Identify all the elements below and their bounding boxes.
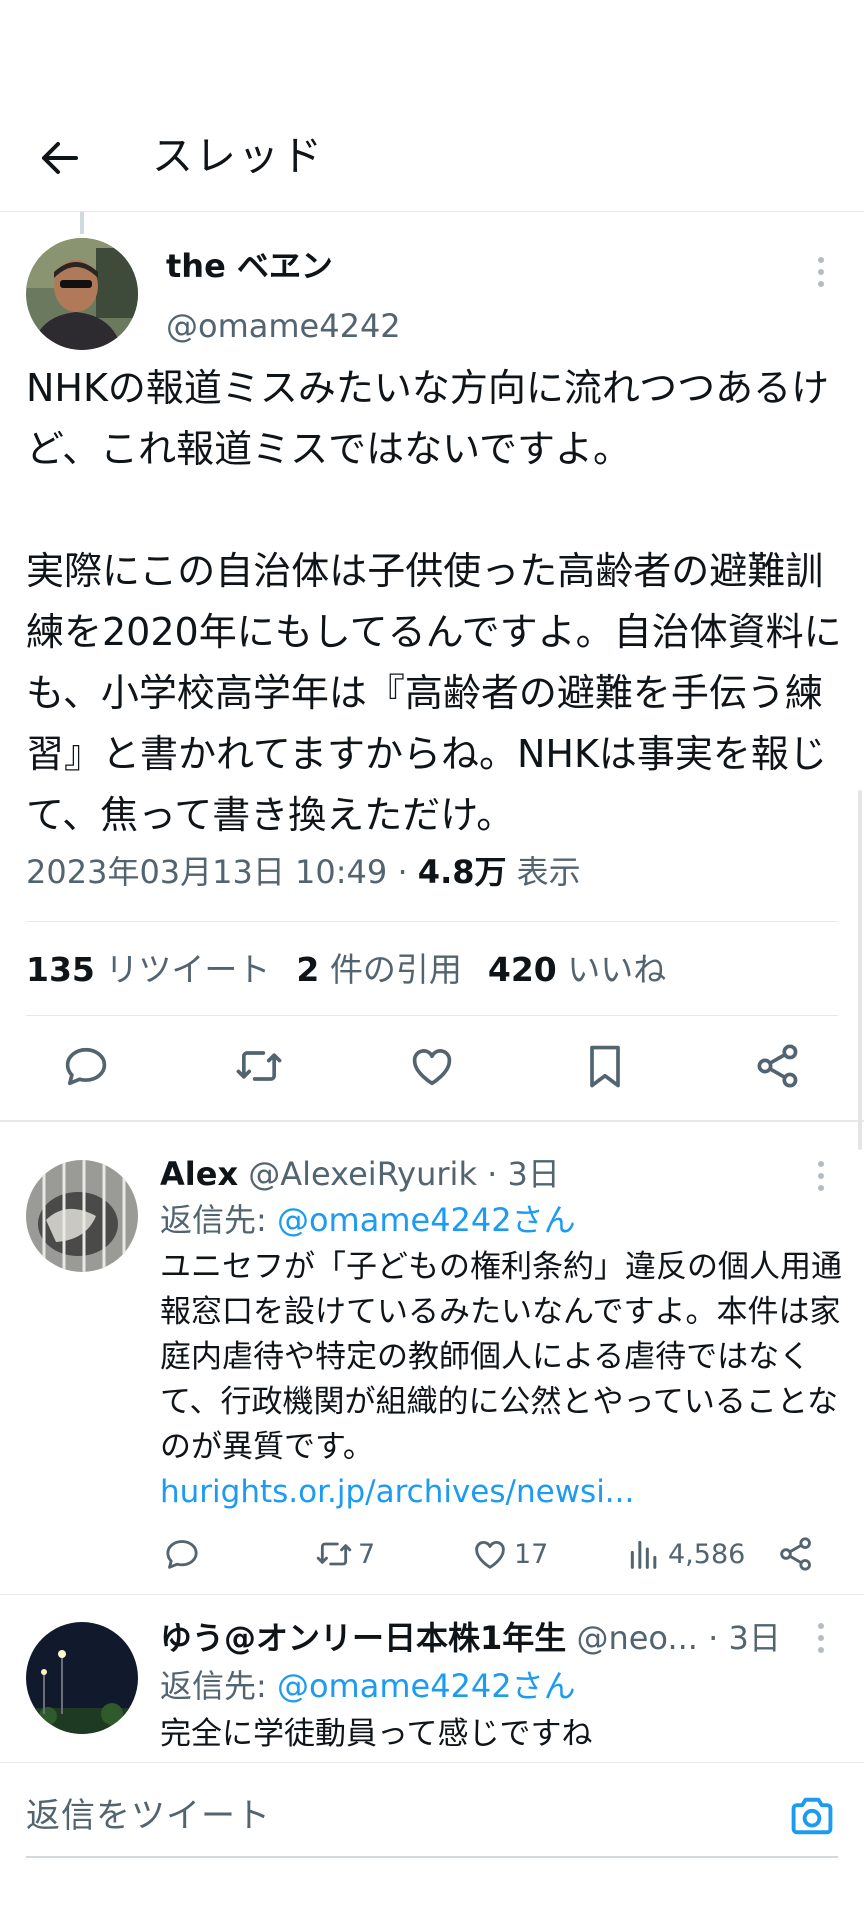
reply-author-name[interactable]: ゆう@オンリー日本株1年生 [160, 1619, 566, 1657]
camera-icon[interactable] [786, 1790, 838, 1842]
share-icon [780, 1537, 811, 1571]
retweet-count: 7 [358, 1538, 376, 1570]
tweet-stats: 135 リツイート 2 件の引用 420 いいね [26, 948, 666, 992]
reply-author-handle[interactable]: @AlexeiRyurik [238, 1155, 477, 1193]
reply-header: Alex @AlexeiRyurik · 3日 [160, 1152, 560, 1196]
tweet-date: 2023年03月13日 10:49 · [26, 853, 418, 891]
quote-label: 件の引用 [319, 950, 462, 989]
reply-header: ゆう@オンリー日本株1年生 @neo... · 3日 [160, 1616, 781, 1660]
reply-text: ユニセフが「子どもの権利条約」違反の個人用通報窓口を設けているみたいなんですよ。… [160, 1249, 842, 1465]
author-handle[interactable]: @omame4242 [166, 304, 401, 348]
reply-link[interactable]: hurights.or.jp/archives/newsi... [160, 1470, 634, 1514]
scrollbar[interactable] [858, 790, 862, 1150]
reply-to-label: 返信先: [160, 1201, 277, 1239]
avatar[interactable] [26, 1622, 138, 1734]
like-icon[interactable] [406, 1040, 458, 1092]
reply-to: 返信先: @omame4242さん [160, 1664, 576, 1708]
quote-count: 2 [296, 950, 320, 989]
reply-input[interactable]: 返信をツイート [26, 1792, 271, 1840]
reply-to-mention[interactable]: @omame4242さん [277, 1201, 576, 1239]
share-icon[interactable] [752, 1040, 804, 1092]
retweet-icon [316, 1542, 352, 1566]
view-count: 4,586 [668, 1538, 746, 1570]
page-title: スレッド [152, 132, 324, 180]
reply-to: 返信先: @omame4242さん [160, 1198, 576, 1242]
tweet-text: NHKの報道ミスみたいな方向に流れつつあるけど、これ報道ミスではないですよ。 実… [26, 366, 842, 837]
like-count: 17 [514, 1538, 549, 1570]
reply-time: · 3日 [697, 1619, 781, 1657]
more-options-icon[interactable] [806, 1154, 836, 1198]
like-action[interactable]: 17 [470, 1532, 548, 1576]
reply-action[interactable] [162, 1532, 206, 1576]
author-name[interactable]: the ベヱン [166, 244, 333, 288]
divider [26, 921, 838, 922]
like-icon [475, 1541, 505, 1569]
compose-bar [0, 1762, 864, 1920]
view-label: 表示 [506, 853, 581, 891]
views-action[interactable]: 4,586 [624, 1532, 745, 1576]
retweet-action[interactable]: 7 [314, 1532, 375, 1576]
analytics-icon [630, 1540, 657, 1569]
bookmark-icon[interactable] [579, 1040, 631, 1092]
reply-text: 完全に学徒動員って感じですね [160, 1716, 593, 1752]
share-action[interactable] [776, 1532, 820, 1576]
quote-stat[interactable]: 2 件の引用 [296, 950, 461, 989]
tweet-meta: 2023年03月13日 10:49 · 4.8万 表示 [26, 850, 581, 894]
retweet-icon[interactable] [233, 1040, 285, 1092]
more-options-icon[interactable] [806, 1616, 836, 1660]
top-bar [0, 0, 864, 212]
more-options-icon[interactable] [806, 250, 836, 294]
thread-connector [80, 212, 84, 234]
reply-icon[interactable] [60, 1040, 112, 1092]
reply-author-handle[interactable]: @neo... [566, 1619, 698, 1657]
like-label: いいね [556, 950, 667, 989]
view-count: 4.8万 [417, 853, 507, 891]
input-underline [26, 1856, 838, 1858]
avatar[interactable] [26, 1160, 138, 1272]
avatar[interactable] [26, 238, 138, 350]
like-count: 420 [487, 950, 557, 989]
back-arrow-icon[interactable] [30, 128, 90, 188]
divider [0, 1594, 864, 1595]
reply-icon [166, 1540, 198, 1569]
retweet-stat[interactable]: 135 リツイート [26, 950, 270, 989]
section-divider [0, 1120, 864, 1122]
reply-to-label: 返信先: [160, 1667, 277, 1705]
retweet-count: 135 [26, 950, 95, 989]
like-stat[interactable]: 420 いいね [488, 950, 666, 989]
reply-to-mention[interactable]: @omame4242さん [277, 1667, 576, 1705]
divider [26, 1015, 838, 1016]
reply-time: · 3日 [476, 1155, 560, 1193]
reply-author-name[interactable]: Alex [160, 1155, 238, 1193]
retweet-label: リツイート [94, 950, 271, 989]
